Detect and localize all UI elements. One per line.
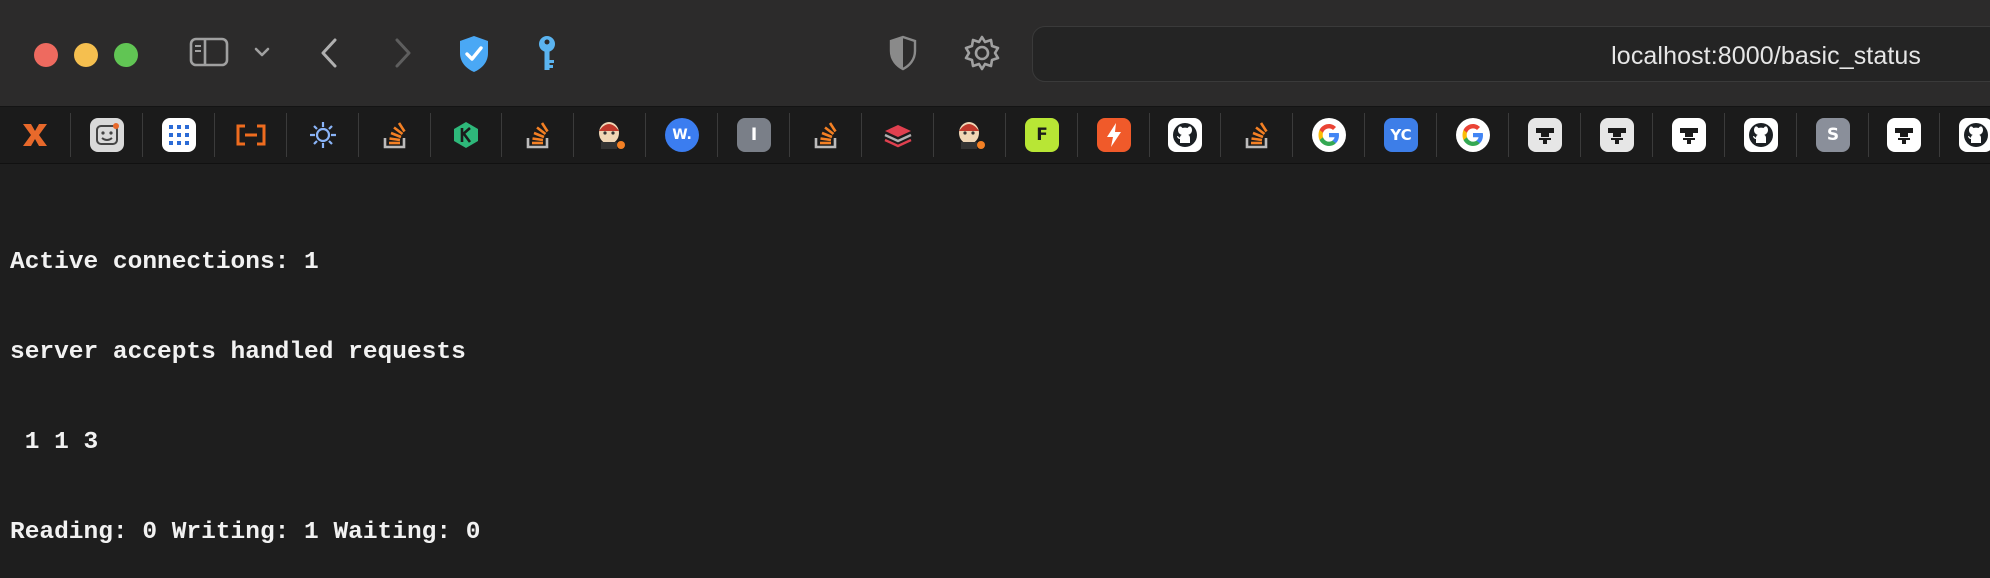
counts-line: 1 1 3 <box>10 429 99 456</box>
bookmark-item[interactable] <box>1510 113 1581 157</box>
s-logo-icon: S <box>1816 118 1850 152</box>
bookmark-item[interactable] <box>72 113 143 157</box>
bracket-icon <box>234 118 268 152</box>
bookmark-item[interactable] <box>1294 113 1365 157</box>
bookmark-item[interactable]: S <box>1798 113 1869 157</box>
sidebar-icon[interactable] <box>188 36 230 68</box>
bookmark-item[interactable] <box>1222 113 1293 157</box>
shield-check-icon[interactable] <box>456 33 492 75</box>
yc-icon: YC <box>1384 118 1418 152</box>
mask-icon <box>1672 118 1706 152</box>
browser-toolbar: localhost:8000/basic_status <box>0 0 1990 107</box>
leaf-logo-icon <box>449 118 483 152</box>
bookmark-item[interactable]: F <box>1007 113 1078 157</box>
bookmark-item[interactable]: YC <box>1366 113 1437 157</box>
stack-logo-icon <box>881 118 915 152</box>
bookmark-item[interactable] <box>863 113 934 157</box>
stackoverflow-icon <box>809 118 843 152</box>
f-logo-icon: F <box>1025 118 1059 152</box>
bookmark-item[interactable] <box>1941 113 1990 157</box>
key-icon[interactable] <box>534 33 560 75</box>
gear-icon[interactable] <box>962 33 1002 73</box>
bookmark-item[interactable] <box>0 113 71 157</box>
jenkins-icon <box>953 118 987 152</box>
close-window-button[interactable] <box>34 43 58 67</box>
grid-icon <box>162 118 196 152</box>
bookmark-item[interactable] <box>1869 113 1940 157</box>
google-icon <box>1312 118 1346 152</box>
bolt-logo-icon <box>1097 118 1131 152</box>
bookmark-item[interactable] <box>1654 113 1725 157</box>
maximize-window-button[interactable] <box>114 43 138 67</box>
face-icon <box>90 118 124 152</box>
active-connections-line: Active connections: 1 <box>10 249 319 276</box>
stackoverflow-icon <box>521 118 555 152</box>
reading-writing-waiting-line: Reading: 0 Writing: 1 Waiting: 0 <box>10 519 481 546</box>
back-icon[interactable] <box>316 36 342 70</box>
mask-icon <box>1887 118 1921 152</box>
bookmark-item[interactable] <box>1582 113 1653 157</box>
github-icon <box>1959 118 1990 152</box>
minimize-window-button[interactable] <box>74 43 98 67</box>
google-icon <box>1456 118 1490 152</box>
bookmark-item[interactable] <box>935 113 1006 157</box>
bookmark-item[interactable] <box>1438 113 1509 157</box>
stackoverflow-icon <box>378 118 412 152</box>
url-text: localhost:8000/basic_status <box>1611 42 1921 70</box>
bookmark-item[interactable] <box>288 113 359 157</box>
bookmark-item[interactable] <box>1726 113 1797 157</box>
mask-icon <box>1528 118 1562 152</box>
gear-bot-icon <box>306 118 340 152</box>
w-logo-icon: W. <box>665 118 699 152</box>
cross-logo-icon <box>18 118 52 152</box>
bookmark-item[interactable] <box>144 113 215 157</box>
jenkins-icon <box>593 118 627 152</box>
bookmark-item[interactable] <box>575 113 646 157</box>
address-bar[interactable]: localhost:8000/basic_status <box>1032 26 1990 82</box>
bookmark-item[interactable] <box>431 113 502 157</box>
github-icon <box>1744 118 1778 152</box>
favorites-bar: W. I F YC S <box>0 107 1990 164</box>
forward-icon[interactable] <box>390 36 416 70</box>
stackoverflow-icon <box>1240 118 1274 152</box>
bookmark-item[interactable] <box>1079 113 1150 157</box>
bookmark-item[interactable] <box>791 113 862 157</box>
bookmark-item[interactable]: I <box>719 113 790 157</box>
privacy-shield-icon[interactable] <box>888 34 918 72</box>
bookmark-item[interactable] <box>503 113 574 157</box>
bookmark-item[interactable] <box>1150 113 1221 157</box>
i-logo-icon: I <box>737 118 771 152</box>
chevron-down-icon[interactable] <box>252 42 272 62</box>
page-content: Active connections: 1 server accepts han… <box>10 188 480 578</box>
bookmark-item[interactable] <box>360 113 431 157</box>
bookmark-item[interactable] <box>216 113 287 157</box>
server-header-line: server accepts handled requests <box>10 339 466 366</box>
github-icon <box>1168 118 1202 152</box>
bookmark-item[interactable]: W. <box>647 113 718 157</box>
mask-icon <box>1600 118 1634 152</box>
